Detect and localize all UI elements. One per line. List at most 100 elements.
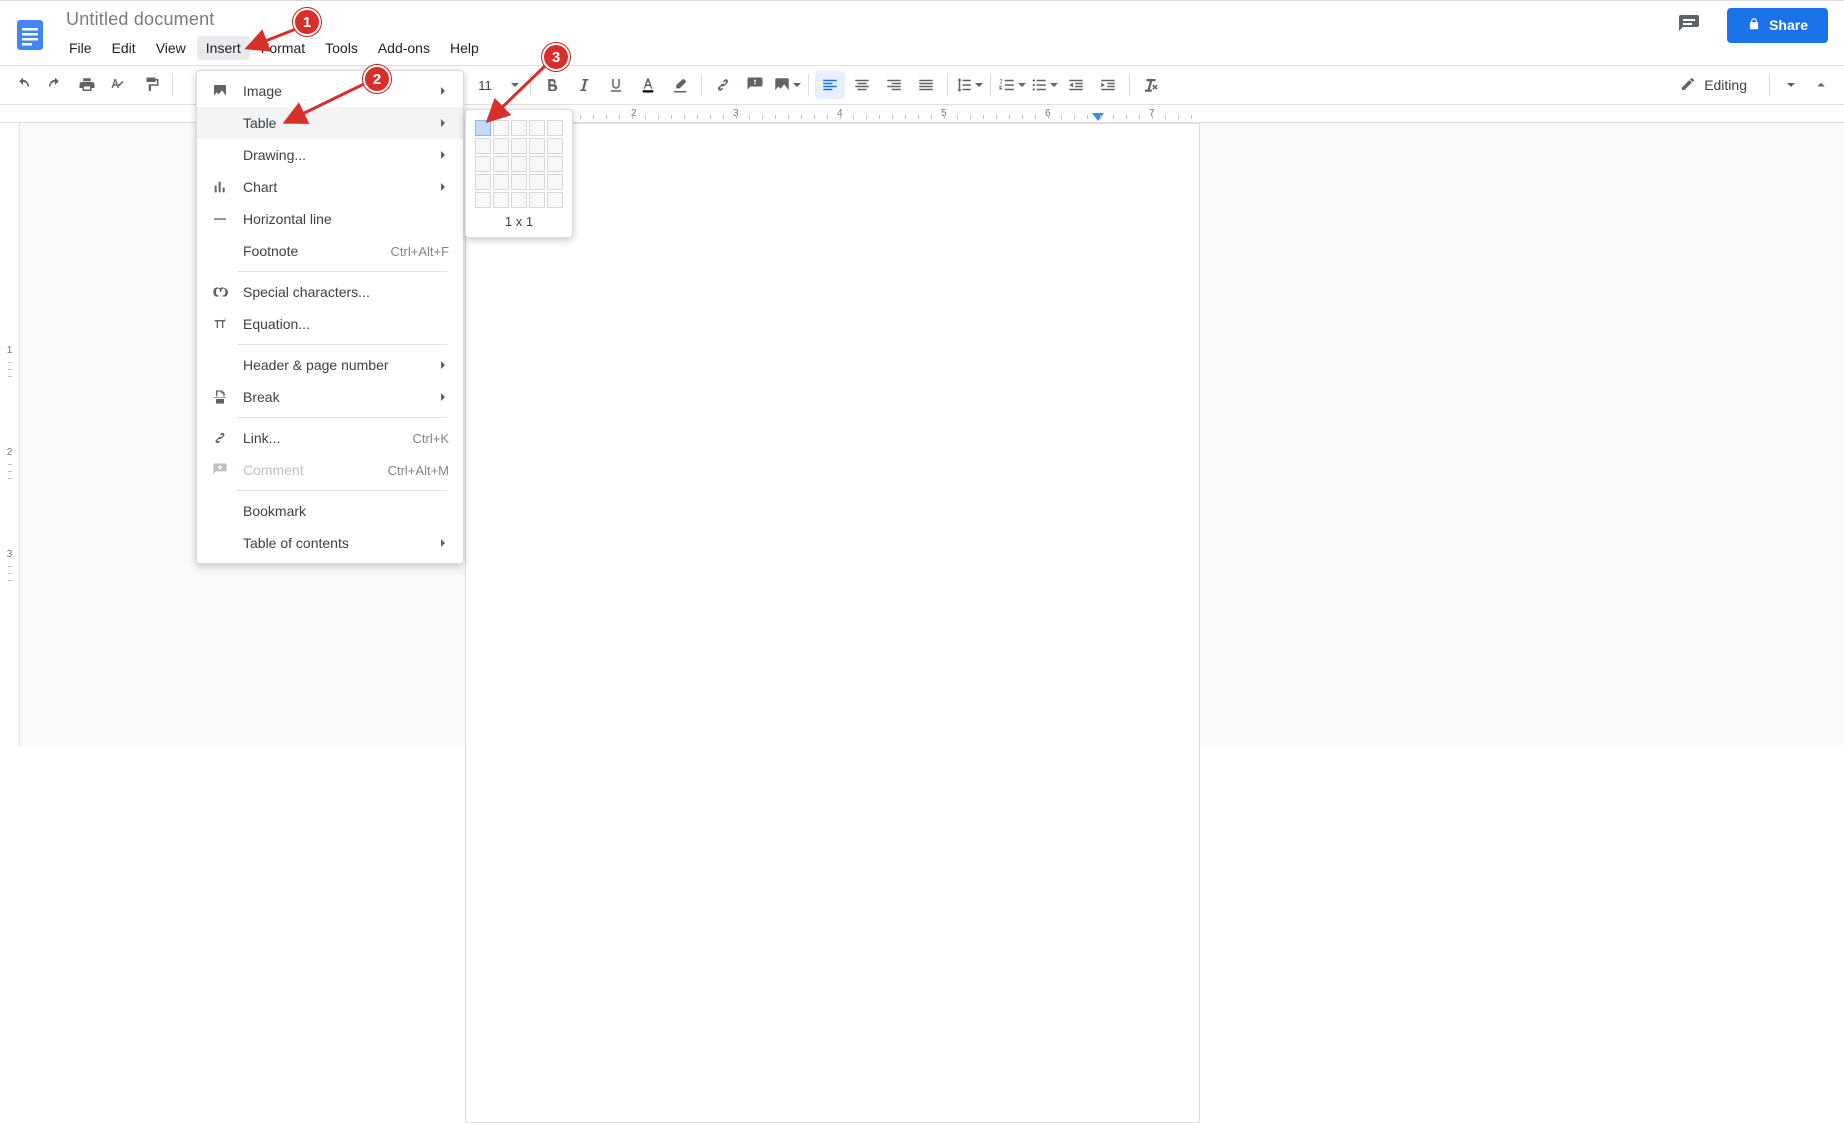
clear-formatting-button[interactable] [1136, 71, 1166, 99]
table-grid-cell[interactable] [475, 138, 491, 154]
insert-image-button[interactable] [772, 71, 802, 99]
table-grid-cell[interactable] [511, 192, 527, 208]
menu-item-shortcut: Ctrl+Alt+F [390, 244, 449, 259]
table-grid-cell[interactable] [475, 120, 491, 136]
insert-footnote-item[interactable]: Footnote Ctrl+Alt+F [197, 235, 463, 267]
vertical-ruler[interactable]: 1 2 3 [0, 123, 20, 746]
table-grid-cell[interactable] [529, 156, 545, 172]
font-size-arrow[interactable] [504, 71, 524, 99]
undo-button[interactable] [8, 71, 38, 99]
menu-tools[interactable]: Tools [316, 36, 367, 60]
align-right-button[interactable] [879, 71, 909, 99]
menu-item-shortcut: Ctrl+Alt+M [388, 463, 449, 478]
italic-button[interactable] [569, 71, 599, 99]
table-grid-cell[interactable] [547, 156, 563, 172]
table-grid-cell[interactable] [547, 192, 563, 208]
line-spacing-button[interactable] [954, 71, 984, 99]
menu-help[interactable]: Help [441, 36, 488, 60]
menu-addons[interactable]: Add-ons [369, 36, 439, 60]
insert-special-characters-item[interactable]: Special characters... [197, 276, 463, 308]
table-grid-cell[interactable] [493, 192, 509, 208]
comment-plus-icon [211, 462, 229, 478]
table-grid-cell[interactable] [547, 138, 563, 154]
document-page[interactable] [465, 123, 1200, 1123]
menu-item-label: Horizontal line [243, 211, 449, 227]
align-justify-button[interactable] [911, 71, 941, 99]
table-grid-cell[interactable] [529, 174, 545, 190]
menu-item-shortcut: Ctrl+K [413, 431, 449, 446]
menu-item-label: Image [243, 83, 427, 99]
right-indent-marker-icon[interactable] [1092, 113, 1104, 121]
table-grid-cell[interactable] [529, 138, 545, 154]
align-center-button[interactable] [847, 71, 877, 99]
numbered-list-button[interactable] [997, 71, 1027, 99]
docs-logo-icon[interactable] [12, 11, 48, 59]
editing-mode-button[interactable]: Editing [1668, 72, 1759, 99]
menu-item-label: Equation... [243, 316, 449, 332]
redo-button[interactable] [40, 71, 70, 99]
insert-equation-item[interactable]: 2 Equation... [197, 308, 463, 340]
insert-chart-item[interactable]: Chart [197, 171, 463, 203]
insert-link-button[interactable] [708, 71, 738, 99]
toolbar-separator [530, 74, 531, 96]
menu-insert[interactable]: Insert [197, 36, 250, 60]
insert-horizontal-line-item[interactable]: Horizontal line [197, 203, 463, 235]
title-bar: Untitled document File Edit View Insert … [0, 1, 1844, 65]
insert-drawing-item[interactable]: Drawing... [197, 139, 463, 171]
table-grid-cell[interactable] [511, 120, 527, 136]
menu-view[interactable]: View [147, 36, 195, 60]
table-grid-cell[interactable] [511, 174, 527, 190]
collapse-toolbar-button[interactable] [1806, 71, 1836, 99]
insert-link-item[interactable]: Link... Ctrl+K [197, 422, 463, 454]
vruler-tick: 1 [7, 345, 13, 356]
submenu-arrow-icon [441, 151, 449, 159]
table-grid-cell[interactable] [475, 156, 491, 172]
menu-format[interactable]: Format [252, 36, 314, 60]
table-grid-cell[interactable] [511, 156, 527, 172]
menu-edit[interactable]: Edit [103, 36, 145, 60]
insert-table-item[interactable]: Table [197, 107, 463, 139]
decrease-indent-button[interactable] [1061, 71, 1091, 99]
highlight-color-button[interactable] [665, 71, 695, 99]
table-grid-cell[interactable] [547, 174, 563, 190]
image-icon [211, 83, 229, 99]
increase-indent-button[interactable] [1093, 71, 1123, 99]
table-grid-cell[interactable] [529, 120, 545, 136]
bulleted-list-button[interactable] [1029, 71, 1059, 99]
editing-mode-arrow[interactable] [1780, 71, 1800, 99]
bold-button[interactable] [537, 71, 567, 99]
table-grid-cell[interactable] [493, 174, 509, 190]
insert-toc-item[interactable]: Table of contents [197, 527, 463, 559]
table-size-grid[interactable] [475, 120, 563, 208]
insert-break-item[interactable]: Break [197, 381, 463, 413]
menu-file[interactable]: File [60, 36, 101, 60]
insert-bookmark-item[interactable]: Bookmark [197, 495, 463, 527]
font-size-input[interactable]: 11 [468, 71, 502, 99]
title-right: Share [1671, 7, 1828, 43]
document-title[interactable]: Untitled document [60, 7, 488, 32]
menu-item-label: Table of contents [243, 535, 427, 551]
table-grid-cell[interactable] [475, 192, 491, 208]
align-left-button[interactable] [815, 71, 845, 99]
insert-header-page-number-item[interactable]: Header & page number [197, 349, 463, 381]
toolbar-right: Editing [1668, 71, 1836, 99]
toolbar-separator [808, 74, 809, 96]
print-button[interactable] [72, 71, 102, 99]
table-grid-cell[interactable] [547, 120, 563, 136]
toolbar-separator [1129, 74, 1130, 96]
underline-button[interactable] [601, 71, 631, 99]
table-grid-cell[interactable] [493, 156, 509, 172]
table-grid-cell[interactable] [511, 138, 527, 154]
table-grid-cell[interactable] [493, 120, 509, 136]
table-grid-cell[interactable] [529, 192, 545, 208]
paint-format-button[interactable] [136, 71, 166, 99]
table-grid-cell[interactable] [493, 138, 509, 154]
insert-comment-button[interactable] [740, 71, 770, 99]
text-color-button[interactable] [633, 71, 663, 99]
spellcheck-button[interactable] [104, 71, 134, 99]
table-grid-cell[interactable] [475, 174, 491, 190]
chart-icon [211, 179, 229, 195]
insert-image-item[interactable]: Image [197, 75, 463, 107]
open-comments-button[interactable] [1671, 7, 1707, 43]
share-button[interactable]: Share [1727, 8, 1828, 43]
